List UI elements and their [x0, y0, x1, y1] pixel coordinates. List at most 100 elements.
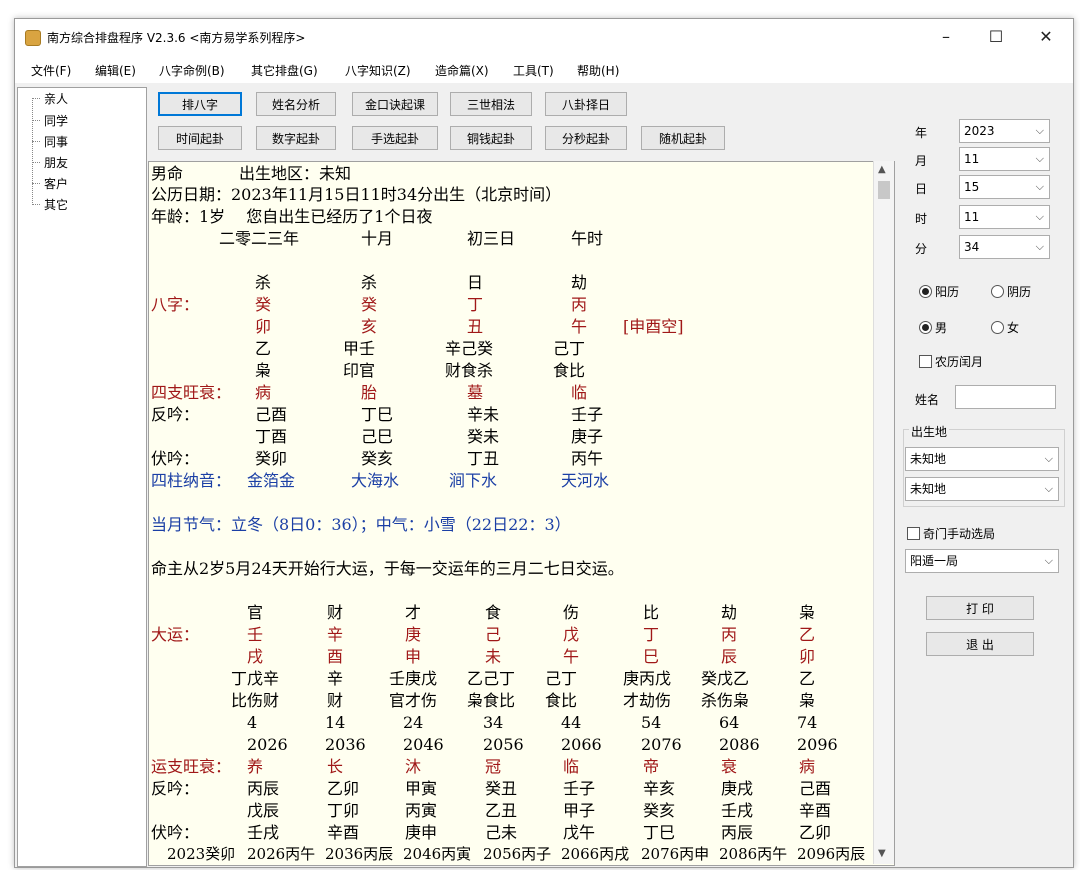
menu-other-charts[interactable]: 其它排盘(G) — [251, 62, 318, 79]
maximize-button[interactable]: ☐ — [973, 23, 1019, 51]
time-divination-button[interactable]: 时间起卦 — [158, 126, 242, 150]
dayun-hidden-cell: 庚丙戊 — [623, 669, 672, 688]
dayun-fanyin-cell: 乙丑 — [485, 801, 518, 820]
male-label: 男 — [935, 321, 948, 335]
wangshuai-cell: 墓 — [467, 383, 484, 402]
god-cell: 日 — [467, 273, 484, 292]
title-bar: 南方综合排盘程序 V2.3.6 <南方易学系列程序> – ☐ ✕ — [15, 19, 1073, 55]
month-select[interactable]: 11 ⌵ — [959, 147, 1050, 171]
birthplace-city-select[interactable]: 未知地 ⌵ — [905, 477, 1059, 501]
kongwang: [申酉空] — [623, 317, 684, 336]
fanyin-cell: 丁巳 — [361, 405, 394, 424]
nayin-cell: 涧下水 — [449, 471, 498, 490]
tree-item-colleagues[interactable]: 同事 — [44, 133, 68, 150]
jinkoujue-button[interactable]: 金口诀起课 — [352, 92, 438, 116]
dayun-branch-cell: 巳 — [643, 647, 660, 666]
print-button[interactable]: 打 印 — [926, 596, 1034, 620]
menu-bar: 文件(F) 编辑(E) 八字命例(B) 其它排盘(G) 八字知识(Z) 造命篇(… — [15, 55, 1073, 83]
scroll-down-icon[interactable]: ▼ — [878, 848, 886, 859]
qimen-manual-label: 奇门手动选局 — [923, 527, 996, 541]
menu-help[interactable]: 帮助(H) — [577, 62, 619, 79]
chevron-down-icon: ⌵ — [1035, 240, 1044, 253]
dayun-god-cell: 比 — [643, 603, 660, 622]
exit-button[interactable]: 退 出 — [926, 632, 1034, 656]
lunar-radio[interactable] — [991, 285, 1004, 298]
lunar-day: 初三日 — [467, 229, 516, 248]
tree-item-friends[interactable]: 朋友 — [44, 154, 68, 171]
app-icon — [25, 30, 41, 46]
hour-select[interactable]: 11 ⌵ — [959, 205, 1050, 229]
solar-radio[interactable] — [919, 285, 932, 298]
dayun-stem-cell: 庚 — [405, 625, 422, 644]
qimen-manual-checkbox[interactable] — [907, 527, 920, 540]
minimize-button[interactable]: – — [923, 23, 969, 51]
bazi-button[interactable]: 排八字 — [158, 92, 242, 116]
dayun-fanyin-cell: 癸丑 — [485, 779, 518, 798]
chevron-down-icon: ⌵ — [1044, 452, 1053, 465]
hidden-god-cell: 枭 — [255, 361, 272, 380]
menu-file[interactable]: 文件(F) — [31, 62, 71, 79]
dayun-age-cell: 24 — [403, 713, 424, 732]
menu-bazi-cases[interactable]: 八字命例(B) — [159, 62, 225, 79]
dayun-stem-cell: 丙 — [721, 625, 738, 644]
dayun-fuyin-cell: 丙辰 — [721, 823, 754, 842]
menu-tools[interactable]: 工具(T) — [513, 62, 554, 79]
sanshi-button[interactable]: 三世相法 — [450, 92, 532, 116]
day-select[interactable]: 15 ⌵ — [959, 175, 1050, 199]
ju-value: 阳遁一局 — [910, 554, 959, 568]
birthplace-province-select[interactable]: 未知地 ⌵ — [905, 447, 1059, 471]
coin-divination-button[interactable]: 铜钱起卦 — [450, 126, 532, 150]
chart-text-pane[interactable]: 男命 出生地区：未知 公历日期：2023年11月15日11时34分出生（北京时间… — [148, 161, 895, 866]
liunian-cell: 2076丙申 — [641, 845, 710, 863]
hour-value: 11 — [964, 210, 980, 224]
birthplace-line: 出生地区：未知 — [239, 164, 352, 183]
branch-cell: 午 — [571, 317, 588, 336]
dayun-age-cell: 64 — [719, 713, 740, 732]
birthplace-label: 出生地 — [909, 423, 950, 440]
year-select[interactable]: 2023 ⌵ — [959, 119, 1050, 143]
dayun-fanyin-cell: 癸亥 — [643, 801, 676, 820]
number-divination-button[interactable]: 数字起卦 — [256, 126, 336, 150]
dayun-branch-cell: 卯 — [799, 647, 816, 666]
dayun-hidden-cell: 壬庚戊 — [389, 669, 438, 688]
scroll-up-icon[interactable]: ▲ — [878, 164, 886, 175]
tree-item-family[interactable]: 亲人 — [44, 90, 68, 107]
tree-item-clients[interactable]: 客户 — [44, 175, 68, 192]
female-radio[interactable] — [991, 321, 1004, 334]
male-radio[interactable] — [919, 321, 932, 334]
dayun-fanyin-cell: 己酉 — [799, 779, 832, 798]
solar-label: 阳历 — [935, 285, 960, 299]
stem-cell: 癸 — [255, 295, 272, 314]
ju-select[interactable]: 阳遁一局 ⌵ — [905, 549, 1059, 573]
bagua-zeri-button[interactable]: 八卦择日 — [545, 92, 627, 116]
menu-zaoming[interactable]: 造命篇(X) — [435, 62, 489, 79]
text-scrollbar[interactable]: ▲ ▼ — [873, 161, 894, 864]
dayun-year-cell: 2076 — [641, 735, 682, 754]
second-divination-button[interactable]: 分秒起卦 — [545, 126, 627, 150]
fuyin-cell: 丁丑 — [467, 449, 500, 468]
leap-month-checkbox[interactable] — [919, 355, 932, 368]
tree-item-classmates[interactable]: 同学 — [44, 112, 68, 129]
fanyin-cell: 壬子 — [571, 405, 604, 424]
menu-bazi-knowledge[interactable]: 八字知识(Z) — [345, 62, 411, 79]
minute-select[interactable]: 34 ⌵ — [959, 235, 1050, 259]
dayun-hidden-god-cell: 财 — [327, 691, 344, 710]
female-label: 女 — [1007, 321, 1020, 335]
branch-cell: 卯 — [255, 317, 272, 336]
dayun-stem-cell: 乙 — [799, 625, 816, 644]
name-input[interactable] — [955, 385, 1056, 409]
manual-divination-button[interactable]: 手选起卦 — [352, 126, 438, 150]
scroll-thumb[interactable] — [878, 181, 890, 199]
fanyin-cell: 己酉 — [255, 405, 288, 424]
tree-item-other[interactable]: 其它 — [44, 196, 68, 213]
hour-label: 时 — [915, 212, 928, 226]
random-divination-button[interactable]: 随机起卦 — [641, 126, 725, 150]
menu-edit[interactable]: 编辑(E) — [95, 62, 136, 79]
leap-month-label: 农历闰月 — [935, 355, 984, 369]
dayun-year-cell: 2086 — [719, 735, 760, 754]
dayun-year-cell: 2056 — [483, 735, 524, 754]
close-button[interactable]: ✕ — [1023, 23, 1069, 51]
name-analysis-button[interactable]: 姓名分析 — [256, 92, 336, 116]
minute-label: 分 — [915, 242, 928, 256]
lunar-label: 阴历 — [1007, 285, 1032, 299]
